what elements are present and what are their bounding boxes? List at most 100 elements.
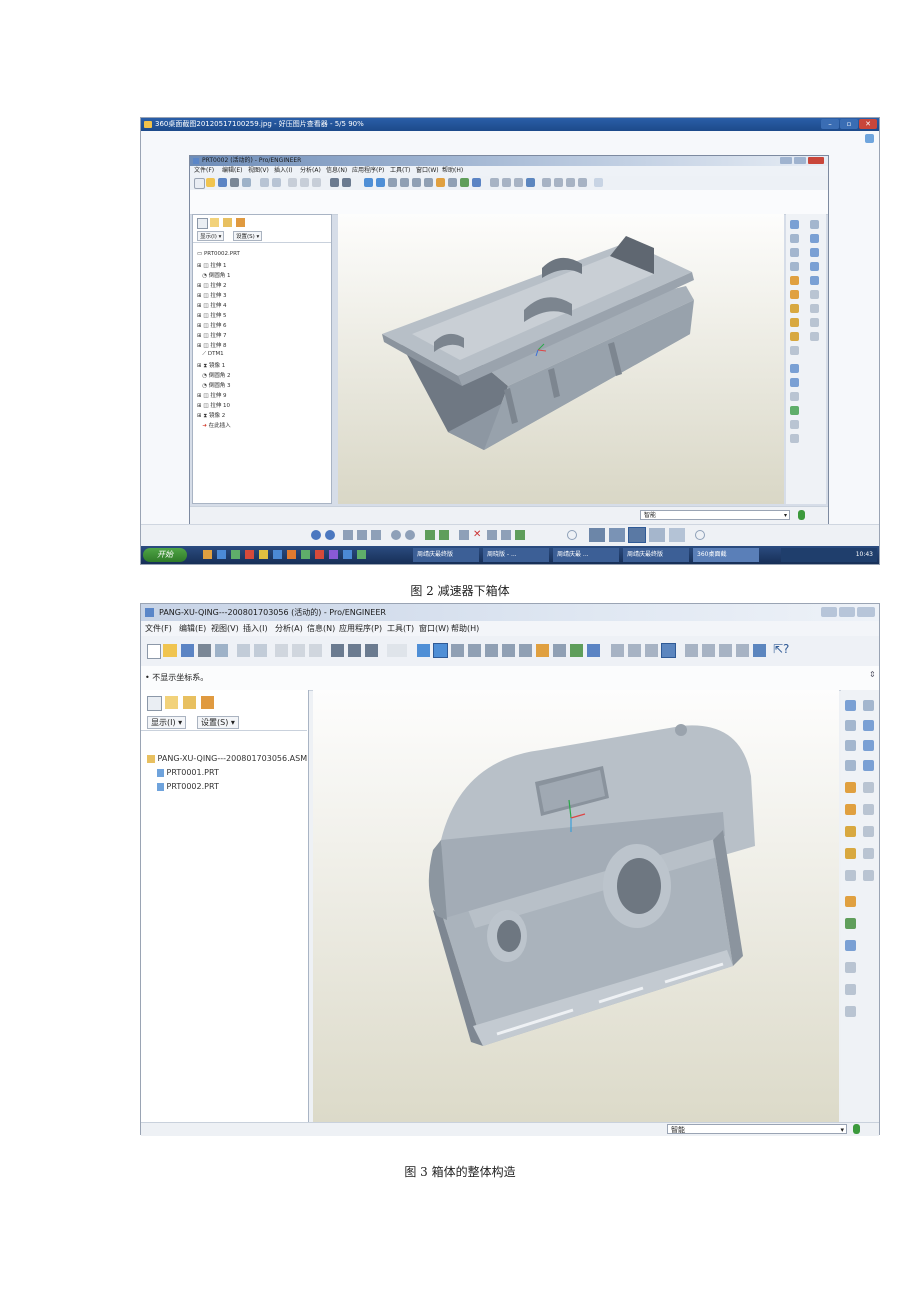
pattern-icon[interactable] [790,406,799,415]
layers-icon[interactable] [460,178,469,187]
mirror-icon[interactable] [790,364,799,373]
spin-center-icon[interactable] [376,178,385,187]
connections-tab-icon[interactable] [201,696,214,709]
no-hidden-icon[interactable] [645,644,658,657]
regenerate-icon[interactable] [331,644,344,657]
actual-size-icon[interactable] [357,530,367,540]
next-thumb-icon[interactable] [695,530,705,540]
tree-item[interactable]: ⊞ ◫ 拉伸 2 [197,281,227,289]
merge-icon[interactable] [790,378,799,387]
menu-view[interactable]: 视图(V) [211,621,239,636]
graphics-window[interactable] [313,690,839,1122]
zoom-in-icon[interactable] [391,530,401,540]
menu-edit[interactable]: 编辑(E) [222,166,242,176]
tree-item[interactable]: ⊞ ⧗ 镜像 1 [197,361,225,370]
copy-icon[interactable] [292,644,305,657]
axis-icon[interactable] [845,740,856,751]
rotate-right-icon[interactable] [439,530,449,540]
axis-icon[interactable] [790,248,799,257]
new-file-icon[interactable] [147,644,161,659]
menu-edit[interactable]: 编辑(E) [179,621,206,636]
save-icon[interactable] [181,644,194,657]
message-scroll-icon[interactable]: ⇕ [869,670,876,679]
maximize-icon[interactable]: ▫ [840,119,858,129]
datum-points-icon[interactable] [566,178,575,187]
plane-icon[interactable] [863,700,874,711]
reorient-icon[interactable] [536,644,549,657]
model-tree-tab-icon[interactable] [147,696,162,711]
menu-info[interactable]: 信息(N) [307,621,335,636]
tree-item[interactable]: ◔ 倒圆角 1 [197,271,230,279]
tree-item-assembly[interactable]: PANG-XU-QING---200801703056.ASM [147,754,307,763]
taskbar-item[interactable]: 周靖庆最 ... [553,548,619,562]
minimize-icon[interactable] [780,157,792,164]
hole-icon[interactable] [863,782,874,793]
quick-launch-icon[interactable] [245,550,254,559]
tree-item[interactable]: ⊞ ◫ 拉伸 4 [197,301,227,309]
pan-icon[interactable] [468,644,481,657]
context-help-icon[interactable]: ⇱? [773,642,789,656]
trim-icon[interactable] [845,984,856,995]
redo-icon[interactable] [272,178,281,187]
datum-planes-icon[interactable] [542,178,551,187]
favorites-tab-icon[interactable] [183,696,196,709]
quick-launch-icon[interactable] [329,550,338,559]
curve-icon[interactable] [790,262,799,271]
spin-center-icon[interactable] [433,643,448,658]
edit-icon[interactable] [501,530,511,540]
repaint-icon[interactable] [417,644,430,657]
tree-item[interactable]: ◔ 倒圆角 2 [197,371,230,379]
assemble-icon[interactable] [845,896,856,907]
menu-file[interactable]: 文件(F) [194,166,214,176]
favorites-tab-icon[interactable] [223,218,232,227]
tree-item[interactable]: ⊞ ◫ 拉伸 3 [197,291,227,299]
revolve-icon[interactable] [810,248,819,257]
create-component-icon[interactable] [845,918,856,929]
point-icon[interactable] [845,782,856,793]
tree-item[interactable]: ◔ 倒圆角 3 [197,381,230,389]
saved-views-icon[interactable] [448,178,457,187]
settings-dropdown[interactable]: 设置(S) ▾ [233,231,263,241]
hidden-line-icon[interactable] [628,644,641,657]
thumbnail[interactable] [649,528,665,542]
refit-icon[interactable] [519,644,532,657]
print-icon[interactable] [487,530,497,540]
tree-item-root[interactable]: ▭ PRT0002.PRT [197,251,240,257]
copy-icon[interactable] [459,530,469,540]
menu-tools[interactable]: 工具(T) [387,621,414,636]
quick-launch-icon[interactable] [315,550,324,559]
quick-launch-icon[interactable] [287,550,296,559]
tree-item-part[interactable]: PRT0001.PRT [157,768,219,777]
filter-icon[interactable] [371,530,381,540]
menu-help[interactable]: 帮助(H) [451,621,479,636]
datum-axes-icon[interactable] [702,644,715,657]
plane-icon[interactable] [845,720,856,731]
viewer-side-icon[interactable] [865,134,874,143]
menu-help[interactable]: 帮助(H) [442,166,463,176]
view-manager-icon[interactable] [472,178,481,187]
tree-item[interactable]: ⊞ ◫ 拉伸 8 [197,341,227,349]
quick-launch-icon[interactable] [203,550,212,559]
selection-filter[interactable]: 智能 ▾ [667,1124,847,1134]
cut-icon[interactable] [288,178,297,187]
offset-icon[interactable] [845,1006,856,1017]
zoom-out-icon[interactable] [502,644,515,657]
save-icon[interactable] [218,178,227,187]
orient-icon[interactable] [388,178,397,187]
insert-icon[interactable] [790,332,799,341]
blend-icon[interactable] [810,276,819,285]
tool-icon[interactable] [790,318,799,327]
tree-insert-here[interactable]: ➜ 在此插入 [197,421,230,429]
menu-applications[interactable]: 应用程序(P) [339,621,382,636]
quick-launch-icon[interactable] [231,550,240,559]
csys-icon[interactable] [578,178,587,187]
hidden-line-icon[interactable] [502,178,511,187]
email-icon[interactable] [242,178,251,187]
print-icon[interactable] [230,178,239,187]
menu-file[interactable]: 文件(F) [145,621,172,636]
draft-icon[interactable] [810,332,819,341]
tree-item[interactable]: ⊞ ◫ 拉伸 10 [197,401,230,409]
minimize-icon[interactable]: – [821,119,839,129]
paste-icon[interactable] [309,644,322,657]
tree-item-part[interactable]: PRT0002.PRT [157,782,219,791]
